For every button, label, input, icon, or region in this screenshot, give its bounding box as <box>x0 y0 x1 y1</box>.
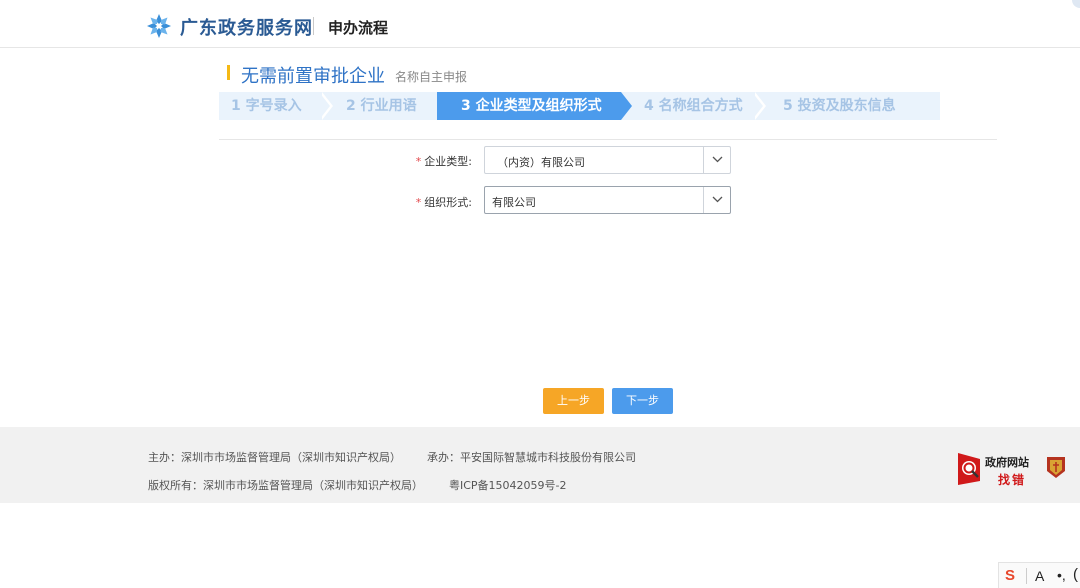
enterprise-type-value: （内资）有限公司 <box>497 156 585 169</box>
enterprise-type-label: * 企业类型: <box>415 155 472 168</box>
footer-host: 主办：深圳市市场监督管理局（深圳市知识产权局） <box>148 451 401 464</box>
police-emblem-icon[interactable] <box>1045 455 1067 479</box>
page-title: 无需前置审批企业 <box>241 66 385 87</box>
widget-divider <box>1026 568 1027 584</box>
prev-step-button[interactable]: 上一步 <box>543 388 604 414</box>
footer-line-1: 主办：深圳市市场监督管理局（深圳市知识产权局） 承办：平安国际智慧城市科技股份有限… <box>148 449 662 465</box>
next-step-button[interactable]: 下一步 <box>612 388 673 414</box>
title-accent-bar <box>227 65 230 80</box>
site-logo-icon[interactable] <box>146 13 172 39</box>
widget-s-button[interactable]: S <box>1005 567 1015 584</box>
chevron-down-icon <box>712 156 723 163</box>
site-name[interactable]: 广东政务服务网 <box>180 14 313 40</box>
step-4: 4 名称组合方式 <box>644 98 743 114</box>
header-divider <box>313 17 314 35</box>
widget-font-button[interactable]: A <box>1035 568 1044 584</box>
org-form-value: 有限公司 <box>492 196 536 209</box>
widget-punct-button[interactable]: •, <box>1057 567 1066 583</box>
required-mark: * <box>415 155 422 168</box>
enterprise-type-dropdown-button[interactable] <box>703 147 730 173</box>
corner-decoration <box>1072 0 1080 8</box>
gov-badge-text-red[interactable]: 找错 <box>998 471 1026 488</box>
top-header: 广东政务服务网 申办流程 <box>0 0 1080 48</box>
required-mark: * <box>415 196 422 209</box>
enterprise-type-select[interactable]: （内资）有限公司 <box>484 146 731 174</box>
page-subtitle: 名称自主申报 <box>395 70 468 84</box>
accessibility-toolbar: S A •, ( <box>998 562 1080 588</box>
org-form-select[interactable]: 有限公司 <box>484 186 731 214</box>
widget-more-button[interactable]: ( <box>1073 566 1078 583</box>
step-5: 5 投资及股东信息 <box>783 98 896 114</box>
footer-icp[interactable]: 粤ICP备15042059号-2 <box>449 479 567 492</box>
gov-badge-text[interactable]: 政府网站 <box>985 454 1029 470</box>
org-form-label: * 组织形式: <box>415 196 472 209</box>
header-subtitle: 申办流程 <box>328 19 389 37</box>
step-1: 1 字号录入 <box>231 98 302 114</box>
step-3: 3 企业类型及组织形式 <box>461 98 602 114</box>
section-divider <box>219 139 997 140</box>
footer-line-2: 版权所有：深圳市市场监督管理局（深圳市知识产权局） 粤ICP备15042059号-… <box>148 477 593 493</box>
step-separator <box>319 92 330 120</box>
step-separator <box>752 92 763 120</box>
step-2: 2 行业用语 <box>346 98 417 114</box>
step-active-arrow <box>621 92 632 120</box>
chevron-down-icon <box>712 196 723 203</box>
footer-contractor: 承办：平安国际智慧城市科技股份有限公司 <box>427 451 636 464</box>
footer-copyright: 版权所有：深圳市市场监督管理局（深圳市知识产权局） <box>148 479 423 492</box>
org-form-dropdown-button[interactable] <box>703 187 730 213</box>
